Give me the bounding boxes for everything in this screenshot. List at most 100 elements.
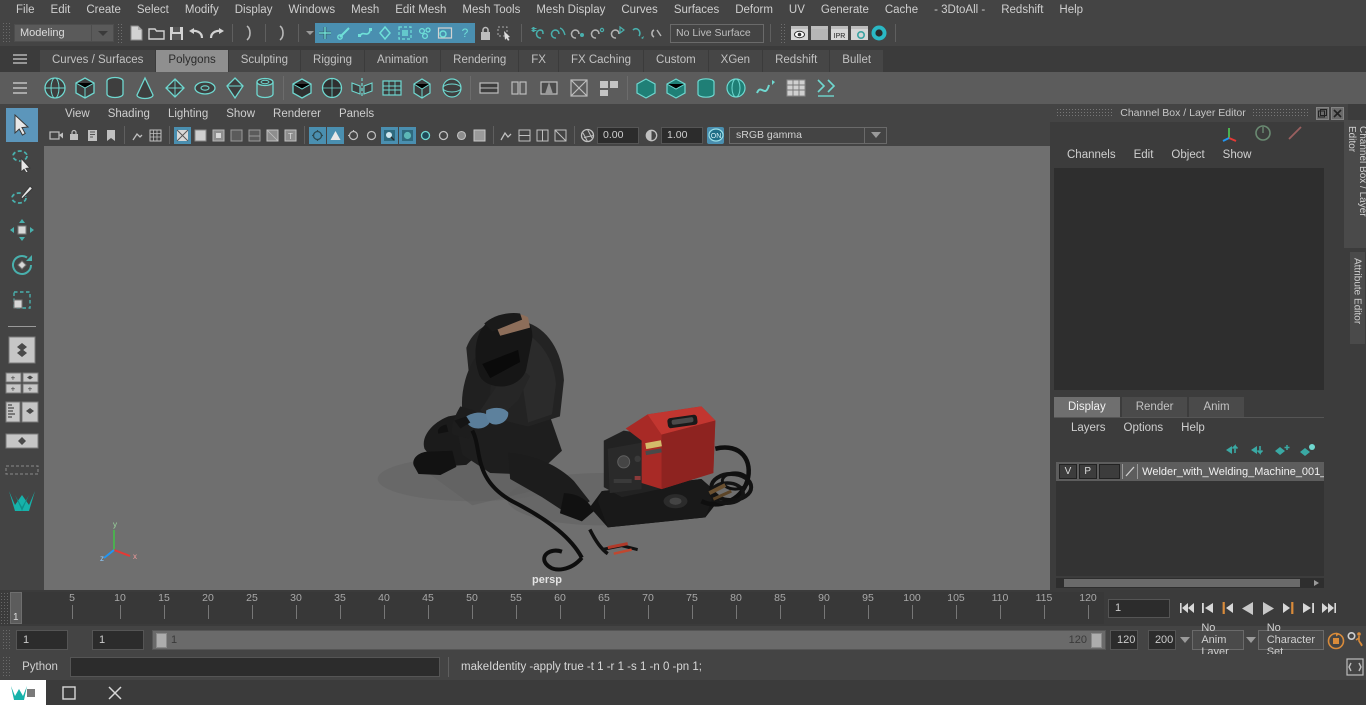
move-tool-icon[interactable] — [6, 213, 38, 247]
go-to-start-icon[interactable] — [1178, 597, 1198, 619]
shelf-tab-redshift[interactable]: Redshift — [763, 50, 831, 72]
snap-to-grid-icon[interactable] — [528, 23, 548, 43]
poly-prism-icon[interactable] — [220, 73, 250, 103]
exposure-icon[interactable] — [579, 127, 596, 144]
shadows-icon[interactable] — [381, 126, 398, 144]
hypergraph-persp-layout-icon[interactable] — [5, 428, 39, 454]
command-language-label[interactable]: Python — [10, 661, 70, 673]
viewport-menu-view[interactable]: View — [56, 104, 99, 124]
motion-blur-icon[interactable] — [417, 127, 434, 144]
layer-list-horizontal-scrollbar[interactable] — [1056, 578, 1324, 588]
layer-visibility-toggle[interactable]: V — [1059, 464, 1077, 479]
panel-drag-handle-right[interactable] — [1251, 108, 1310, 118]
menu-redshift[interactable]: Redshift — [993, 0, 1051, 20]
menu-display[interactable]: Display — [227, 0, 281, 20]
open-scene-icon[interactable] — [146, 23, 166, 43]
hypershade-icon[interactable] — [869, 23, 889, 43]
move-layer-down-icon[interactable] — [1249, 443, 1266, 456]
layer-name[interactable]: Welder_with_Welding_Machine_001_ — [1140, 466, 1324, 478]
menu-surfaces[interactable]: Surfaces — [666, 0, 727, 20]
sidetab-channel-box-layer-editor[interactable]: Channel Box / Layer Editor — [1344, 120, 1366, 248]
animation-preferences-icon[interactable] — [1346, 629, 1366, 651]
layer-type-toggle[interactable] — [1098, 464, 1121, 479]
shade-options-icon[interactable] — [246, 127, 263, 144]
wireframe-shading-icon[interactable] — [174, 126, 191, 144]
layer-tab-render[interactable]: Render — [1121, 397, 1188, 417]
status-line-grip[interactable] — [2, 22, 10, 44]
color-management-toggle[interactable]: ON — [707, 126, 724, 144]
viewport-menu-renderer[interactable]: Renderer — [264, 104, 330, 124]
select-deformations-icon[interactable] — [395, 23, 415, 43]
layer-menu-options[interactable]: Options — [1115, 422, 1173, 434]
step-back-keyframe-icon[interactable] — [1198, 597, 1218, 619]
make-live-icon[interactable] — [648, 23, 668, 43]
shelf-tab-polygons[interactable]: Polygons — [156, 50, 229, 72]
render-current-frame-icon[interactable] — [809, 23, 829, 43]
menu-windows[interactable]: Windows — [280, 0, 343, 20]
shelf-tab-custom[interactable]: Custom — [644, 50, 709, 72]
menu-file[interactable]: File — [8, 0, 43, 20]
menu-mesh-display[interactable]: Mesh Display — [528, 0, 613, 20]
use-default-light-icon[interactable] — [327, 126, 344, 144]
uv-editor-icon[interactable] — [781, 73, 811, 103]
render-view-icon[interactable] — [789, 23, 809, 43]
uv-spherical-mapping-icon[interactable] — [721, 73, 751, 103]
layer-menu-layers[interactable]: Layers — [1062, 422, 1115, 434]
poly-pipe-icon[interactable] — [250, 73, 280, 103]
screen-space-ambient-occlusion-icon[interactable] — [399, 126, 416, 144]
shelf-tab-rigging[interactable]: Rigging — [301, 50, 366, 72]
grid-toggle-icon[interactable] — [147, 127, 164, 144]
select-tool-icon[interactable] — [6, 108, 38, 142]
poly-grid-icon[interactable] — [377, 73, 407, 103]
anim-layer-dropdown-icon[interactable] — [1180, 630, 1191, 650]
selection-mask-dropdown-icon[interactable] — [305, 23, 315, 43]
deformer-node-icon[interactable] — [1286, 124, 1304, 142]
uv-planar-mapping-icon[interactable] — [631, 73, 661, 103]
persp-graph-layout-icon[interactable] — [5, 457, 39, 483]
window-restore-icon[interactable] — [46, 680, 92, 705]
perspective-viewport[interactable]: y x z persp — [44, 146, 1050, 590]
texture-border-icon[interactable]: T — [282, 127, 299, 144]
viewport-menu-panels[interactable]: Panels — [330, 104, 383, 124]
gamma-icon[interactable] — [643, 127, 660, 144]
poly-plane-icon[interactable] — [160, 73, 190, 103]
sidetab-attribute-editor[interactable]: Attribute Editor — [1349, 252, 1365, 344]
menu-edit-mesh[interactable]: Edit Mesh — [387, 0, 454, 20]
image-plane-icon[interactable] — [129, 127, 146, 144]
smooth-shade-all-icon[interactable] — [192, 127, 209, 144]
four-view-layout-icon[interactable]: + + + — [5, 370, 39, 396]
shelf-tab-rendering[interactable]: Rendering — [441, 50, 520, 72]
ipr-render-icon[interactable]: IPR — [829, 23, 849, 43]
poly-cylinder-icon[interactable] — [100, 73, 130, 103]
lasso-select-tool-icon[interactable] — [6, 143, 38, 177]
poly-cone-icon[interactable] — [130, 73, 160, 103]
use-selected-lights-icon[interactable] — [345, 127, 362, 144]
lock-camera-icon[interactable] — [66, 127, 83, 144]
layer-scroll-right-arrow[interactable] — [1313, 579, 1324, 587]
layer-playback-toggle[interactable]: P — [1078, 464, 1097, 479]
move-layer-up-icon[interactable] — [1224, 443, 1241, 456]
select-by-hierarchy-icon[interactable] — [239, 23, 259, 43]
scale-tool-icon[interactable] — [6, 283, 38, 317]
snap-to-curve-icon[interactable] — [548, 23, 568, 43]
gamma-field[interactable]: 1.00 — [661, 126, 703, 144]
outliner-persp-layout-icon[interactable] — [5, 399, 39, 425]
range-start-handle[interactable] — [156, 632, 167, 648]
selection-highlight-icon[interactable] — [495, 23, 515, 43]
shelf-tab-fx-caching[interactable]: FX Caching — [558, 50, 645, 72]
menu-mesh[interactable]: Mesh — [343, 0, 387, 20]
view-transform-icon[interactable] — [552, 127, 569, 144]
poly-extrude-icon[interactable] — [504, 73, 534, 103]
close-icon[interactable] — [92, 680, 138, 705]
exposure-field[interactable]: 0.00 — [597, 126, 639, 144]
poly-smooth-icon[interactable] — [317, 73, 347, 103]
select-by-object-icon[interactable] — [272, 23, 292, 43]
time-slider-track[interactable]: 1 5 10 15 20 25 30 35 40 45 50 55 60 65 … — [10, 592, 1104, 624]
render-settings-window-icon[interactable] — [849, 23, 869, 43]
rotate-tool-icon[interactable] — [6, 248, 38, 282]
anim-layer-field[interactable]: No Anim Layer — [1192, 622, 1244, 658]
poly-boolean-icon[interactable] — [564, 73, 594, 103]
channelbox-menu-edit[interactable]: Edit — [1125, 149, 1163, 161]
poly-torus-icon[interactable] — [190, 73, 220, 103]
shelf-tab-curves-surfaces[interactable]: Curves / Surfaces — [40, 50, 157, 72]
